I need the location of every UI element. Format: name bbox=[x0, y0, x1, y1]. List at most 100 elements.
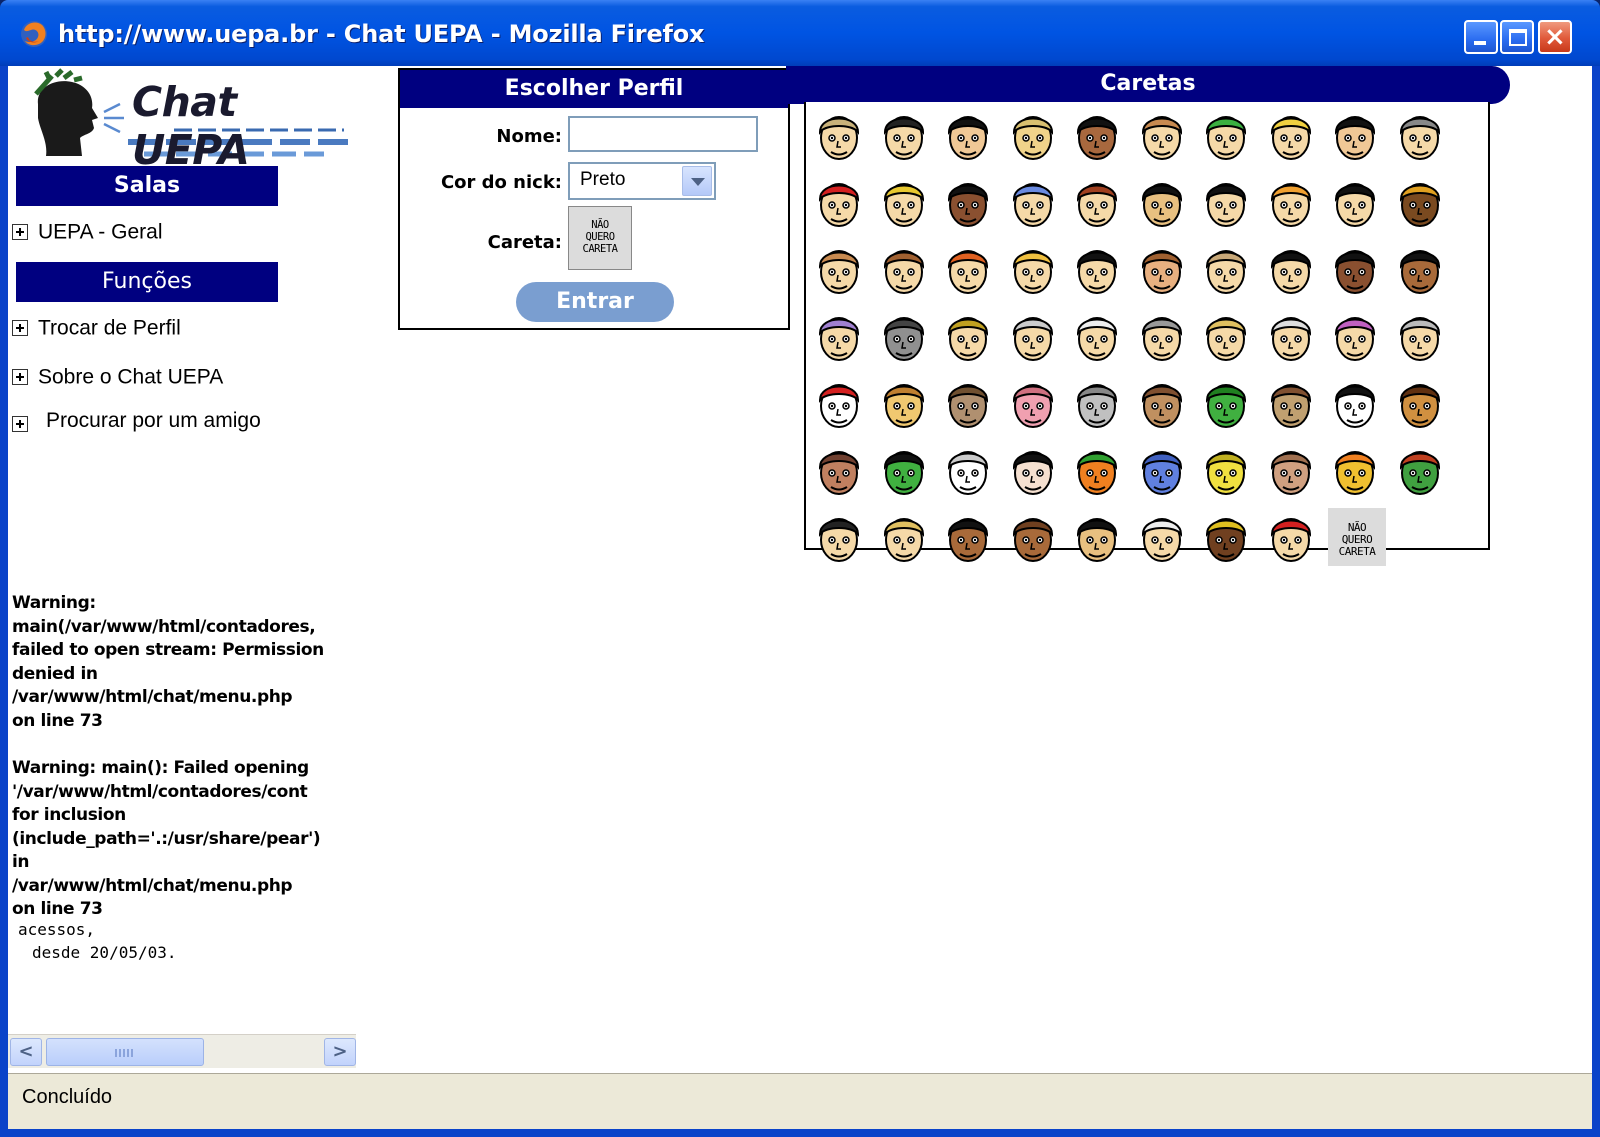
plain-face-icon[interactable] bbox=[812, 240, 866, 298]
blond-face-icon[interactable] bbox=[1264, 106, 1318, 164]
glasses-face-icon[interactable] bbox=[1006, 106, 1060, 164]
grandma-face-icon[interactable] bbox=[1070, 307, 1124, 365]
scroll-left-button[interactable]: < bbox=[10, 1038, 42, 1066]
vampire-icon[interactable] bbox=[1006, 441, 1060, 499]
bald-face-icon[interactable] bbox=[1135, 106, 1189, 164]
indigenous-icon[interactable] bbox=[941, 508, 995, 566]
cor-select[interactable]: Preto bbox=[568, 162, 716, 200]
nome-input[interactable] bbox=[568, 116, 758, 152]
curly-blond-face-icon[interactable] bbox=[1199, 307, 1253, 365]
bob-face-icon[interactable] bbox=[1328, 173, 1382, 231]
dark-hair-face-icon[interactable] bbox=[941, 106, 995, 164]
chicken-icon[interactable] bbox=[812, 374, 866, 432]
ginger-face-icon[interactable] bbox=[941, 240, 995, 298]
earrings-face-icon[interactable] bbox=[1393, 240, 1447, 298]
frankenstein-icon[interactable] bbox=[877, 441, 931, 499]
asian-face-icon[interactable] bbox=[1135, 173, 1189, 231]
minimize-button[interactable] bbox=[1464, 20, 1498, 54]
firefox-icon bbox=[21, 21, 47, 47]
cow-icon[interactable] bbox=[1135, 374, 1189, 432]
devil-face-icon[interactable] bbox=[812, 441, 866, 499]
old-man-face-icon[interactable] bbox=[1006, 307, 1060, 365]
purple-hair-face-icon[interactable] bbox=[812, 307, 866, 365]
gray-man-face-icon[interactable] bbox=[877, 307, 931, 365]
selected-careta-button[interactable]: NÃO QUERO CARETA bbox=[568, 206, 632, 270]
entrar-button[interactable]: Entrar bbox=[516, 282, 674, 322]
pig-icon[interactable] bbox=[1006, 374, 1060, 432]
maximize-icon bbox=[1509, 29, 1527, 46]
beret-face-icon[interactable] bbox=[1070, 173, 1124, 231]
pigtails-face-icon[interactable] bbox=[1264, 240, 1318, 298]
sidebar-item-label[interactable]: Trocar de Perfil bbox=[38, 316, 181, 339]
horizontal-scrollbar[interactable]: < > bbox=[8, 1034, 356, 1068]
expand-plus-icon[interactable] bbox=[12, 369, 28, 386]
yellow-glasses-face-icon[interactable] bbox=[941, 307, 995, 365]
chat-uepa-logo: Chat UEPA bbox=[24, 68, 364, 174]
sidebar-item-label[interactable]: Sobre o Chat UEPA bbox=[38, 365, 223, 388]
reindeer-icon[interactable] bbox=[1264, 374, 1318, 432]
goblin-icon[interactable] bbox=[1393, 441, 1447, 499]
counter-line: desde 20/05/03. bbox=[32, 943, 177, 962]
nao-quero-careta-icon[interactable]: NÃO QUERO CARETA bbox=[1328, 508, 1386, 566]
sidebar-item-sobre[interactable]: Sobre o Chat UEPA bbox=[12, 365, 223, 389]
chevron-down-icon[interactable] bbox=[682, 166, 712, 196]
hat-face-icon[interactable] bbox=[1199, 240, 1253, 298]
black-bowl-face-icon[interactable] bbox=[1070, 240, 1124, 298]
cangaceiro-icon[interactable] bbox=[1006, 508, 1060, 566]
cap-face-icon[interactable] bbox=[877, 106, 931, 164]
window-bottom-border bbox=[0, 1129, 1600, 1137]
expand-plus-icon[interactable] bbox=[12, 416, 28, 432]
smiling-man-icon[interactable] bbox=[1070, 508, 1124, 566]
nome-label: Nome: bbox=[496, 126, 562, 147]
panda-icon[interactable] bbox=[1328, 374, 1382, 432]
blue-monster-icon[interactable] bbox=[1135, 441, 1189, 499]
curlers-face-icon[interactable] bbox=[1328, 307, 1382, 365]
blonde-woman-face-icon[interactable] bbox=[1006, 240, 1060, 298]
tiger-icon[interactable] bbox=[1393, 374, 1447, 432]
frog-icon[interactable] bbox=[1199, 374, 1253, 432]
afro-face-icon[interactable] bbox=[1070, 106, 1124, 164]
expand-plus-icon[interactable] bbox=[12, 224, 28, 241]
sidebar-item-procurar-amigo[interactable]: Procurar por um amigo bbox=[12, 406, 272, 436]
skull-icon[interactable] bbox=[941, 441, 995, 499]
zombie-icon[interactable] bbox=[1264, 441, 1318, 499]
expand-plus-icon[interactable] bbox=[12, 320, 28, 337]
blue-hair-face-icon[interactable] bbox=[1006, 173, 1060, 231]
balding-face-icon[interactable] bbox=[1135, 307, 1189, 365]
sidebar-item-trocar-perfil[interactable]: Trocar de Perfil bbox=[12, 316, 181, 340]
headband-face-icon[interactable] bbox=[1393, 173, 1447, 231]
mouse-icon[interactable] bbox=[1070, 374, 1124, 432]
sidebar-item-uepa-geral[interactable]: UEPA - Geral bbox=[12, 220, 162, 244]
old-bearded-icon[interactable] bbox=[1135, 508, 1189, 566]
dog-icon[interactable] bbox=[877, 374, 931, 432]
sun-icon[interactable] bbox=[1328, 441, 1382, 499]
green-glasses-face-icon[interactable] bbox=[877, 173, 931, 231]
rasta-icon[interactable] bbox=[1199, 508, 1253, 566]
curly-glasses-face-icon[interactable] bbox=[1199, 173, 1253, 231]
gaucho-icon[interactable] bbox=[812, 508, 866, 566]
cat-icon[interactable] bbox=[941, 374, 995, 432]
scroll-grip-icon bbox=[115, 1049, 135, 1057]
scroll-thumb[interactable] bbox=[46, 1038, 204, 1066]
brown-hair-face-icon[interactable] bbox=[877, 240, 931, 298]
green-mohawk-face-icon[interactable] bbox=[1199, 106, 1253, 164]
redhead-face-icon[interactable] bbox=[812, 173, 866, 231]
blond-boy-icon[interactable] bbox=[877, 508, 931, 566]
orange-hair-face-icon[interactable] bbox=[1264, 173, 1318, 231]
scroll-right-button[interactable]: > bbox=[324, 1038, 356, 1066]
carrot-icon[interactable] bbox=[1070, 441, 1124, 499]
gray-hair-face-icon[interactable] bbox=[1393, 106, 1447, 164]
sidebar-item-label[interactable]: UEPA - Geral bbox=[38, 220, 162, 243]
dark-man-face-icon[interactable] bbox=[1328, 240, 1382, 298]
maximize-button[interactable] bbox=[1500, 20, 1534, 54]
dark-woman-face-icon[interactable] bbox=[941, 173, 995, 231]
white-hair-face-icon[interactable] bbox=[1264, 307, 1318, 365]
gray-old-face-icon[interactable] bbox=[1393, 307, 1447, 365]
santa-icon[interactable] bbox=[1264, 508, 1318, 566]
close-button[interactable]: × bbox=[1538, 20, 1572, 54]
sidebar-item-label[interactable]: Procurar por um amigo bbox=[46, 406, 272, 436]
banana-icon[interactable] bbox=[1199, 441, 1253, 499]
smiling-face-icon[interactable] bbox=[1135, 240, 1189, 298]
black-hair-face-icon[interactable] bbox=[1328, 106, 1382, 164]
cowboy-face-icon[interactable] bbox=[812, 106, 866, 164]
